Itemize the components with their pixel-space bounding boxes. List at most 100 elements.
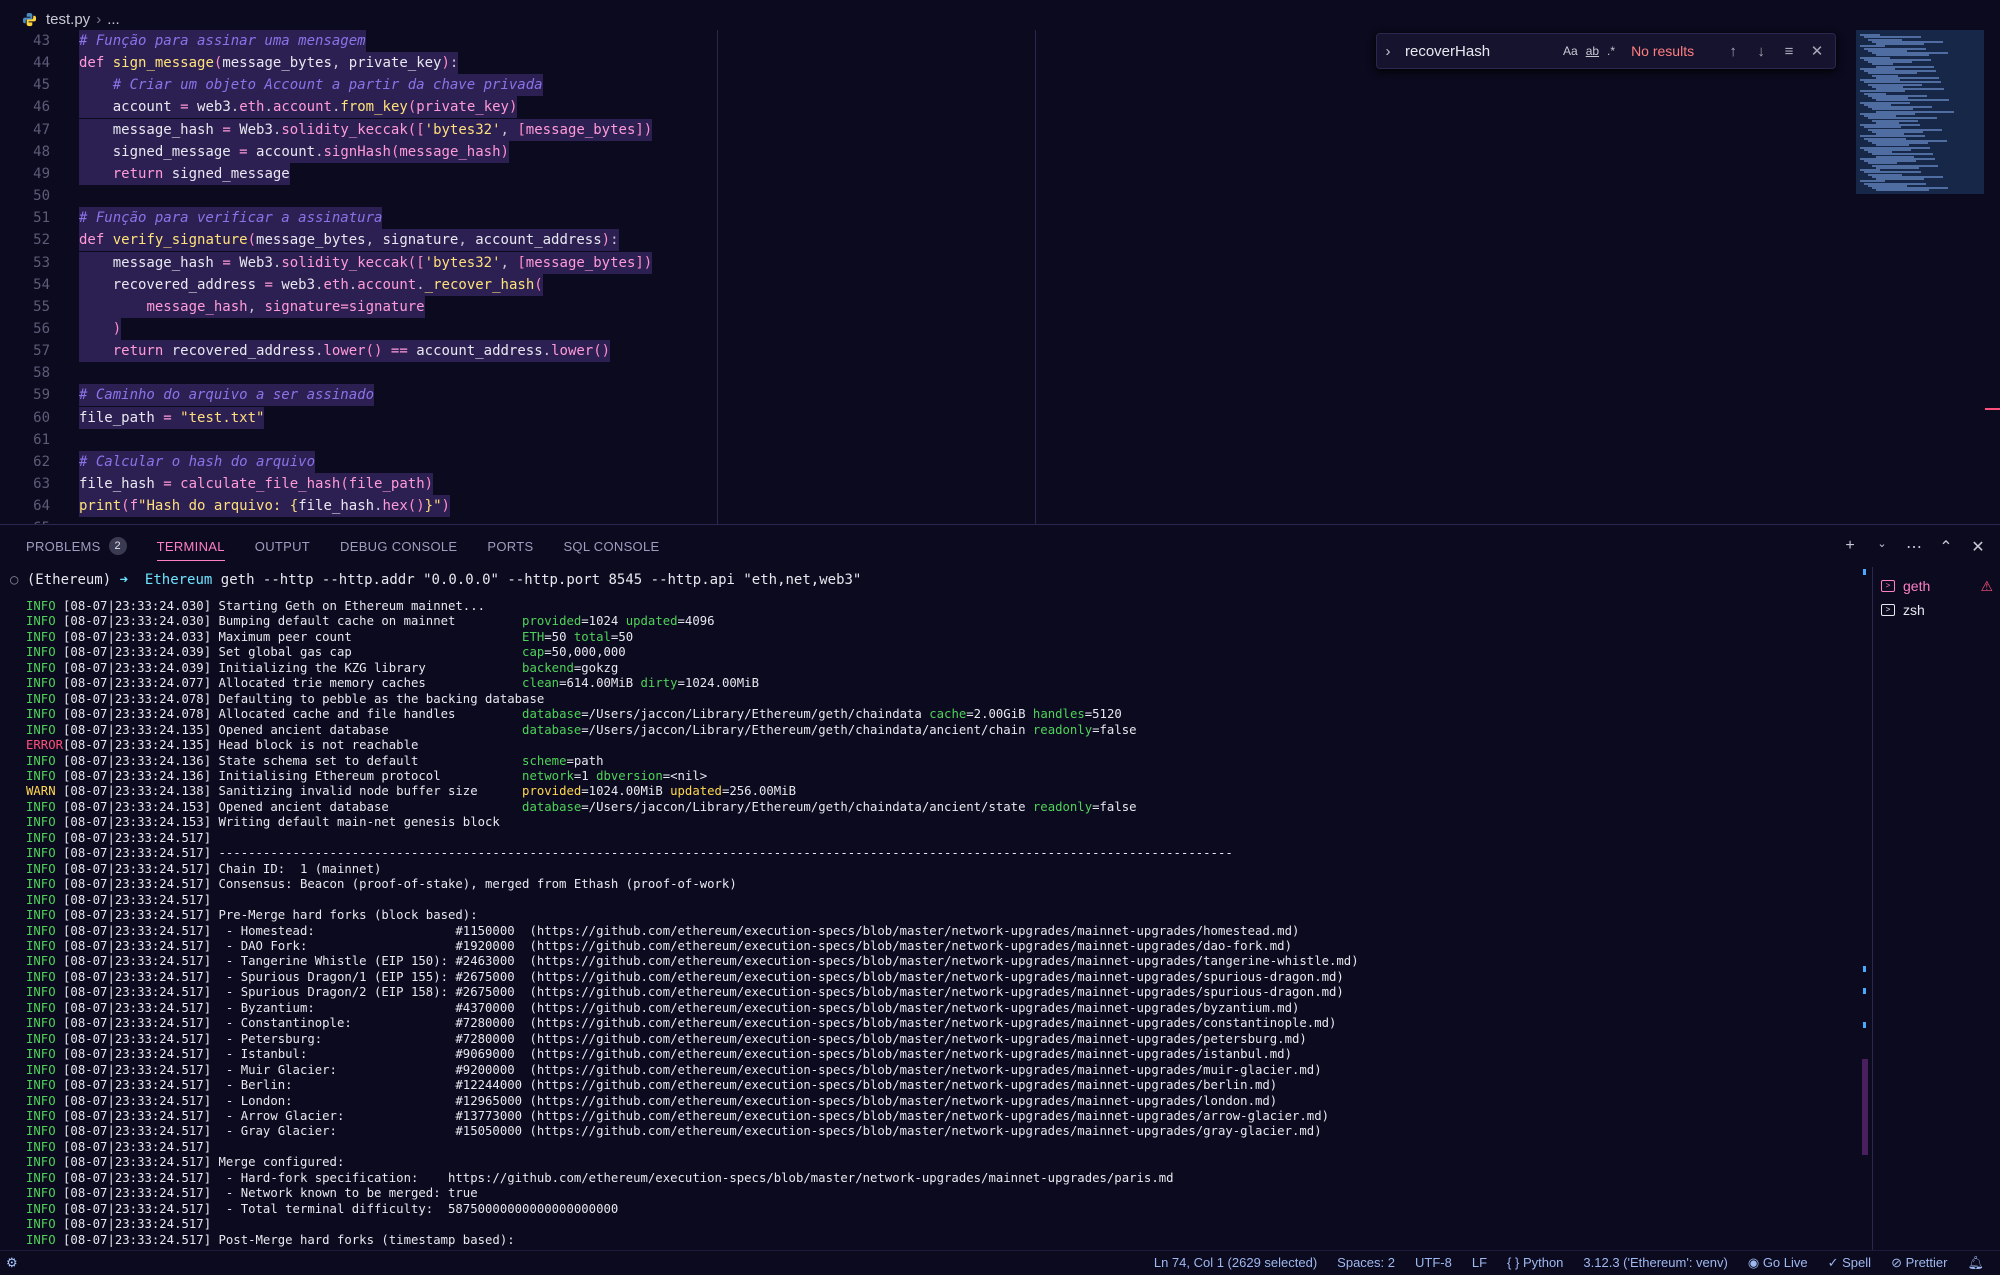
remote-icon[interactable]: ⚙	[6, 1255, 18, 1271]
find-in-selection-icon[interactable]: ≡	[1775, 43, 1803, 60]
breadcrumb-more[interactable]: ...	[107, 11, 120, 28]
log-message: [08-07|23:33:24.517] - DAO Fork: #192000…	[63, 938, 1292, 953]
log-level: INFO	[26, 954, 64, 969]
find-input[interactable]: recoverHash	[1399, 43, 1559, 60]
log-level: INFO	[26, 877, 64, 892]
code-line[interactable]: 55 message_hash, signature=signature	[0, 295, 1850, 318]
breadcrumb-file[interactable]: test.py	[46, 11, 90, 28]
prettier-button[interactable]: ⊘ Prettier	[1891, 1255, 1947, 1271]
python-file-icon	[22, 12, 37, 26]
scroll-thumb[interactable]	[1862, 1059, 1868, 1155]
log-line: INFO [08-07|23:33:24.517] Chain ID: 1 (m…	[26, 862, 1359, 877]
code-line[interactable]: 52 def verify_signature(message_bytes, si…	[0, 229, 1850, 252]
status-bar: ⚙ Ln 74, Col 1 (2629 selected) Spaces: 2…	[0, 1250, 2000, 1275]
code-line[interactable]: 48 signed_message = account.signHash(mes…	[0, 140, 1850, 163]
arrow-icon: ➜	[119, 572, 129, 588]
log-message: [08-07|23:33:24.517]	[63, 830, 212, 845]
log-message: [08-07|23:33:24.039] Set global gas cap …	[63, 645, 626, 660]
code-line[interactable]: 62 # Calcular o hash do arquivo	[0, 450, 1850, 473]
log-line: INFO [08-07|23:33:24.517] - London: #129…	[26, 1094, 1359, 1109]
close-find-icon[interactable]: ✕	[1803, 42, 1831, 60]
maximize-panel-icon[interactable]: ⌃	[1938, 537, 1954, 557]
chevron-down-icon[interactable]: ⌄	[1874, 537, 1890, 557]
terminal-command: geth --http --http.addr "0.0.0.0" --http…	[220, 572, 862, 588]
code-line[interactable]: 58	[0, 362, 1850, 384]
log-message: [08-07|23:33:24.039] Initializing the KZ…	[63, 660, 619, 675]
log-level: INFO	[26, 908, 64, 923]
tab-terminal[interactable]: TERMINAL	[156, 525, 225, 567]
code-line[interactable]: 45 # Criar um objeto Account a partir da…	[0, 74, 1850, 97]
code-line[interactable]: 47 message_hash = Web3.solidity_keccak([…	[0, 118, 1850, 141]
code-line[interactable]: 61	[0, 429, 1850, 451]
indentation[interactable]: Spaces: 2	[1337, 1255, 1395, 1271]
toggle-replace-icon[interactable]: ›	[1377, 43, 1399, 60]
code-line[interactable]: 63 file_hash = calculate_file_hash(file_p…	[0, 473, 1850, 495]
terminal-item-geth[interactable]: > geth ⚠	[1881, 575, 1993, 597]
python-interpreter[interactable]: 3.12.3 ('Ethereum': venv)	[1583, 1255, 1727, 1271]
log-level: INFO	[26, 1170, 64, 1185]
line-number: 63	[33, 476, 50, 492]
regex-toggle[interactable]: .*	[1607, 44, 1615, 58]
tab-output[interactable]: OUTPUT	[255, 525, 310, 567]
code-line[interactable]: 50	[0, 185, 1850, 207]
warning-icon: ⚠	[1980, 577, 1993, 594]
code-line[interactable]: 65	[0, 517, 1850, 524]
code-line[interactable]: 49 return signed_message	[0, 162, 1850, 185]
cursor-position[interactable]: Ln 74, Col 1 (2629 selected)	[1154, 1255, 1317, 1271]
next-match-icon[interactable]: ↓	[1747, 43, 1775, 60]
log-message: [08-07|23:33:24.517] - Hard-fork specifi…	[63, 1170, 1174, 1185]
notifications-icon[interactable]: 🔔︎	[1967, 1255, 1984, 1271]
log-level: INFO	[26, 1078, 64, 1093]
tab-ports[interactable]: PORTS	[487, 525, 533, 567]
log-message: [08-07|23:33:24.517] - Istanbul: #906900…	[63, 1047, 1292, 1062]
code-line[interactable]: 60 file_path = "test.txt"	[0, 406, 1850, 429]
code-line[interactable]: 51 # Função para verificar a assinatura	[0, 207, 1850, 230]
code-line[interactable]: 46 account = web3.eth.account.from_key(p…	[0, 96, 1850, 119]
code-editor[interactable]: 43 # Função para assinar uma mensagem 44 de…	[0, 30, 2000, 524]
code-line[interactable]: 53 message_hash = Web3.solidity_keccak([…	[0, 251, 1850, 274]
line-number: 57	[33, 343, 50, 360]
log-line: INFO [08-07|23:33:24.517] Pre-Merge hard…	[26, 908, 1359, 923]
log-level: INFO	[26, 1031, 64, 1046]
code-text: # Função para assinar uma mensagem	[79, 30, 366, 52]
log-line: INFO [08-07|23:33:24.517] - Constantinop…	[26, 1016, 1359, 1031]
previous-match-icon[interactable]: ↑	[1719, 43, 1747, 60]
language-mode[interactable]: { } Python	[1507, 1255, 1563, 1271]
match-case-toggle[interactable]: Aa	[1563, 44, 1578, 58]
code-line[interactable]: 56 )	[0, 317, 1850, 340]
code-text: file_path = "test.txt"	[79, 406, 265, 429]
new-terminal-icon[interactable]: +	[1842, 537, 1858, 557]
log-line: INFO [08-07|23:33:24.517] Merge configur…	[26, 1155, 1359, 1170]
go-live-button[interactable]: ◉ Go Live	[1748, 1255, 1808, 1271]
line-number: 55	[33, 298, 50, 315]
code-line[interactable]: 59 # Caminho do arquivo a ser assinado	[0, 384, 1850, 407]
log-message: [08-07|23:33:24.517] - Homestead: #11500…	[63, 923, 1300, 938]
tab-sql-console[interactable]: SQL CONSOLE	[563, 525, 659, 567]
close-panel-icon[interactable]: ✕	[1970, 537, 1986, 557]
log-message: [08-07|23:33:24.517] Post-Merge hard for…	[63, 1232, 515, 1247]
end-of-line[interactable]: LF	[1472, 1255, 1487, 1271]
terminal-item-zsh[interactable]: > zsh	[1881, 599, 1993, 621]
log-message: [08-07|23:33:24.517] - Spurious Dragon/2…	[63, 985, 1344, 1000]
log-level: INFO	[26, 722, 64, 737]
scroll-marker	[1863, 966, 1866, 972]
panel-tabs: PROBLEMS 2 TERMINAL OUTPUT DEBUG CONSOLE PORT…	[0, 525, 2000, 567]
log-level: INFO	[26, 676, 64, 691]
code-line[interactable]: 54 recovered_address = web3.eth.account.…	[0, 273, 1850, 296]
terminal-output[interactable]: ○ (Ethereum) ➜ Ethereum geth --http --ht…	[0, 567, 1860, 1251]
tab-debug-console[interactable]: DEBUG CONSOLE	[340, 525, 457, 567]
encoding[interactable]: UTF-8	[1415, 1255, 1452, 1271]
code-line[interactable]: 57 return recovered_address.lower() == a…	[0, 340, 1850, 363]
terminal-scrollbar[interactable]	[1860, 567, 1872, 1251]
log-message: [08-07|23:33:24.138] Sanitizing invalid …	[63, 784, 796, 799]
spell-button[interactable]: ✓ Spell	[1828, 1255, 1871, 1271]
more-actions-icon[interactable]: ⋯	[1906, 537, 1922, 557]
scrollbar-marker	[1985, 408, 2000, 410]
code-text: def sign_message(message_bytes, private_…	[79, 52, 459, 75]
minimap[interactable]	[1856, 30, 1984, 194]
log-message: [08-07|23:33:24.136] Initialising Ethere…	[63, 768, 708, 783]
whole-word-toggle[interactable]: ab	[1586, 44, 1599, 58]
log-level: INFO	[26, 1201, 64, 1216]
tab-problems[interactable]: PROBLEMS 2	[26, 525, 127, 567]
code-line[interactable]: 64 print(f"Hash do arquivo: {file_hash.he…	[0, 495, 1850, 518]
